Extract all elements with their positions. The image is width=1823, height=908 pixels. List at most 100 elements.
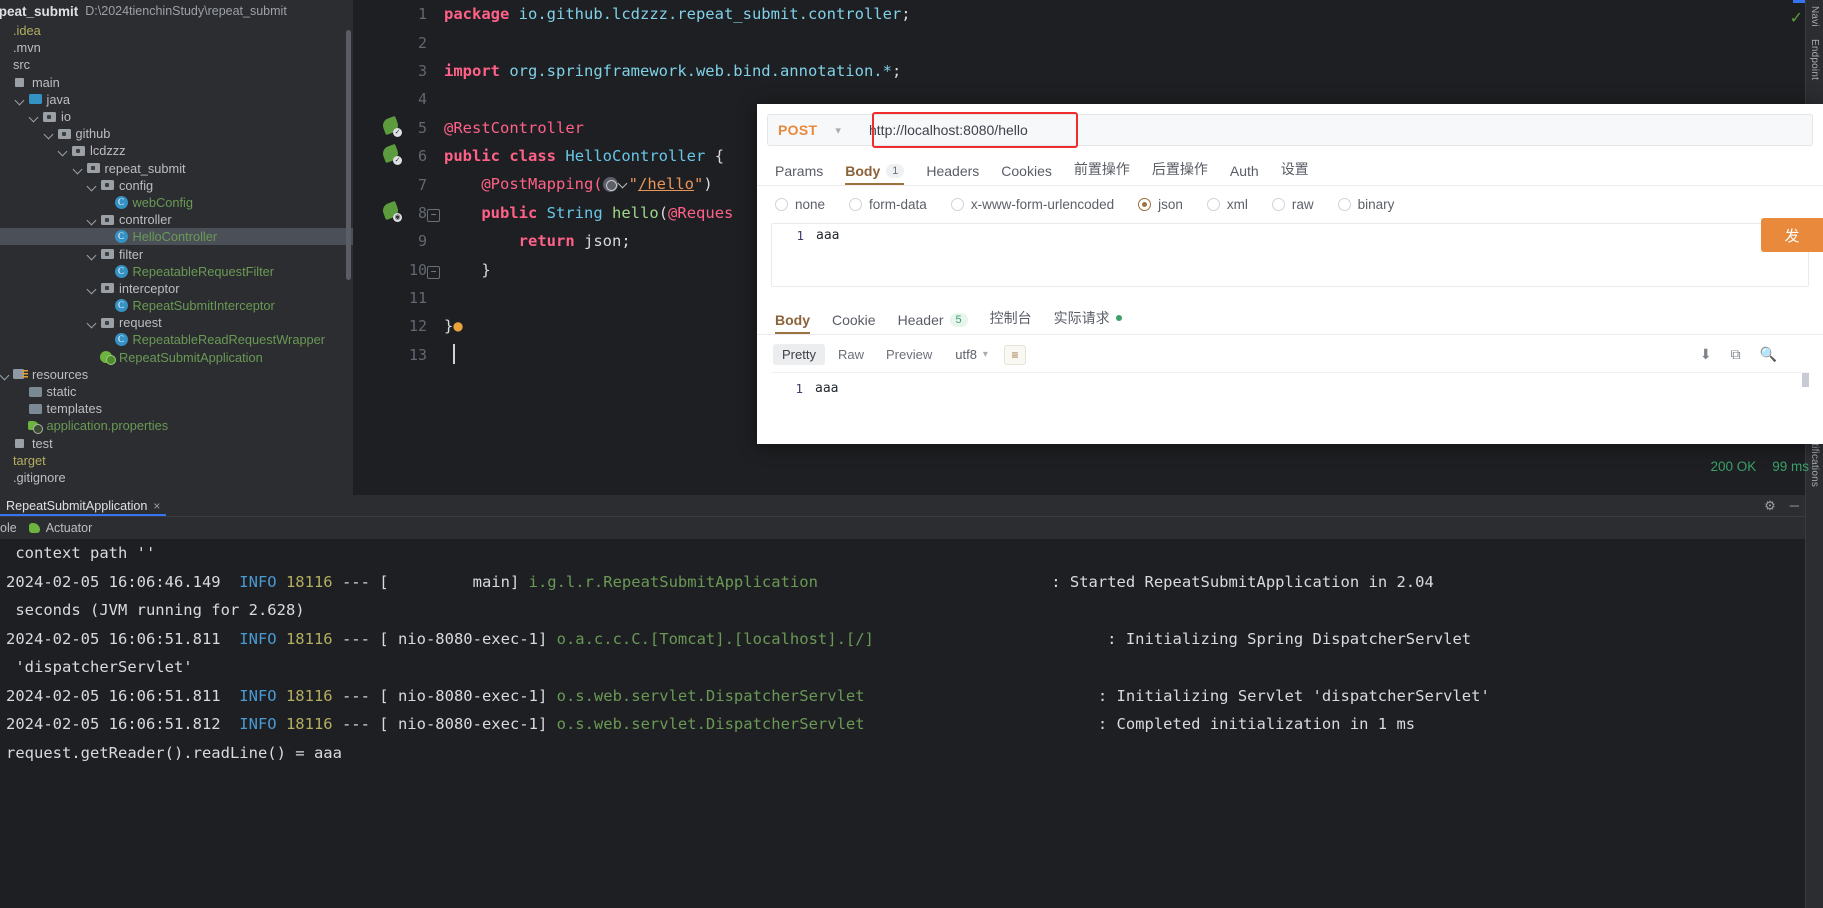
radio-button[interactable]: [1138, 198, 1152, 211]
run-gutter-icon-line5[interactable]: ✓: [380, 115, 402, 137]
response-tab-header[interactable]: Header 5: [898, 312, 968, 334]
tree-item-webconfig[interactable]: webConfig: [0, 194, 353, 211]
tree-item-request[interactable]: request: [0, 314, 353, 331]
chevron-down-icon[interactable]: [44, 128, 55, 139]
body-type-binary[interactable]: binary: [1337, 197, 1394, 212]
tree-item-io[interactable]: io: [0, 108, 353, 125]
response-tab-cookie[interactable]: Cookie: [832, 312, 876, 334]
web-globe-icon[interactable]: [602, 177, 618, 193]
tree-item-controller[interactable]: controller: [0, 211, 353, 228]
url-input[interactable]: [859, 114, 1813, 146]
search-icon[interactable]: 🔍: [1760, 346, 1777, 363]
tree-item-main[interactable]: main: [0, 74, 353, 91]
response-body-viewer[interactable]: 1 aaa: [771, 372, 1809, 402]
request-tab-cookies[interactable]: Cookies: [1001, 163, 1052, 185]
send-request-button[interactable]: 发: [1761, 218, 1823, 252]
console-subtab-actuator[interactable]: Actuator: [28, 521, 92, 535]
request-tab-body[interactable]: Body 1: [845, 163, 905, 185]
body-type-x-www-form-urlencoded[interactable]: x-www-form-urlencoded: [950, 197, 1114, 212]
save-icon[interactable]: ⬇: [1700, 346, 1712, 363]
radio-button[interactable]: [950, 198, 964, 211]
tree-item-application-properties[interactable]: application.properties: [0, 417, 353, 434]
minimize-icon[interactable]: ─: [1790, 498, 1799, 513]
tree-item-static[interactable]: static: [0, 383, 353, 400]
body-type-none[interactable]: none: [775, 197, 825, 212]
tree-item-repeatablereadrequestwrapper[interactable]: RepeatableReadRequestWrapper: [0, 331, 353, 348]
url-input-wrap[interactable]: [859, 114, 1813, 146]
tree-item-target[interactable]: target: [0, 452, 353, 469]
word-wrap-icon[interactable]: ≡: [1003, 344, 1026, 365]
radio-button[interactable]: [775, 198, 788, 211]
inspection-ok-icon[interactable]: ✓: [1790, 8, 1803, 28]
encoding-select[interactable]: utf8 ▾: [955, 347, 988, 362]
gear-icon[interactable]: ⚙: [1764, 498, 1776, 514]
chevron-down-icon[interactable]: [87, 283, 98, 294]
chevron-down-icon[interactable]: ▾: [835, 124, 841, 137]
chevron-down-icon[interactable]: [87, 180, 98, 191]
tree-item-hellocontroller[interactable]: HelloController: [0, 228, 353, 246]
chevron-down-icon[interactable]: [87, 317, 98, 328]
console-subtab-console[interactable]: ole: [0, 521, 17, 535]
radio-button[interactable]: [849, 198, 863, 211]
copy-icon[interactable]: ⧉: [1731, 346, 1741, 363]
response-scrollbar[interactable]: [1802, 373, 1809, 387]
console-tab-repeatsubmitapplication[interactable]: RepeatSubmitApplication ×: [0, 495, 167, 516]
view-mode-pretty[interactable]: Pretty: [773, 344, 825, 365]
tree-item-templates[interactable]: templates: [0, 400, 353, 417]
request-body-text[interactable]: aaa: [816, 228, 839, 243]
http-method-select[interactable]: POST ▾: [767, 114, 859, 146]
tree-item--gitignore[interactable]: .gitignore: [0, 469, 353, 486]
tree-item-config[interactable]: config: [0, 177, 353, 194]
body-type-raw[interactable]: raw: [1271, 197, 1314, 212]
request-tab-params[interactable]: Params: [775, 163, 823, 185]
run-gutter-icon-line6[interactable]: ✓: [380, 143, 402, 165]
view-mode-raw[interactable]: Raw: [829, 344, 873, 365]
view-mode-preview[interactable]: Preview: [877, 344, 941, 365]
tree-item--mvn[interactable]: .mvn: [0, 39, 353, 56]
tree-item-repeatablerequestfilter[interactable]: RepeatableRequestFilter: [0, 263, 353, 280]
tree-item-github[interactable]: github: [0, 125, 353, 142]
project-tree-rows[interactable]: .idea .mvn src main java io github lcdzzz repeat…: [0, 22, 353, 486]
tree-item-lcdzzz[interactable]: lcdzzz: [0, 142, 353, 159]
tree-item-interceptor[interactable]: interceptor: [0, 280, 353, 297]
body-type-radio-group[interactable]: none form-data x-www-form-urlencoded json xm…: [757, 186, 1823, 223]
body-type-xml[interactable]: xml: [1206, 197, 1248, 212]
tree-scrollbar[interactable]: [346, 30, 351, 280]
tree-item-repeatsubmitapplication[interactable]: RepeatSubmitApplication: [0, 349, 353, 366]
console-tools[interactable]: ⚙ ─: [1764, 498, 1799, 514]
response-tab-body[interactable]: Body: [775, 312, 810, 334]
request-tab-headers[interactable]: Headers: [926, 163, 979, 185]
request-body-editor[interactable]: 1 aaa: [771, 223, 1809, 287]
tree-item-filter[interactable]: filter: [0, 245, 353, 262]
editor-gutter[interactable]: 1 2 3 4 5 6 7 8 9 10 11 12 13 ✓ ✓ ◉ − −: [353, 0, 440, 495]
chevron-down-icon[interactable]: [0, 369, 11, 380]
run-console-panel[interactable]: RepeatSubmitApplication × ⚙ ─ ole Actuat…: [0, 495, 1805, 908]
response-view-modes[interactable]: Pretty Raw Preview: [773, 344, 941, 365]
console-tabbar[interactable]: RepeatSubmitApplication × ⚙ ─: [0, 495, 1805, 517]
chevron-down-icon[interactable]: [73, 163, 84, 174]
response-tab-[interactable]: 实际请求: [1054, 308, 1122, 334]
chevron-down-icon[interactable]: [618, 179, 629, 190]
chevron-down-icon[interactable]: [87, 214, 98, 225]
console-subtabs[interactable]: ole Actuator: [0, 517, 1805, 539]
project-tree-panel[interactable]: repeat_submit D:\2024tienchinStudy\repea…: [0, 0, 353, 495]
tree-item-test[interactable]: test: [0, 435, 353, 452]
response-toolbar[interactable]: Pretty Raw Preview utf8 ▾ ≡ ⬇ ⧉ 🔍: [757, 335, 1823, 372]
chevron-down-icon[interactable]: [15, 94, 26, 105]
chevron-down-icon[interactable]: ▾: [983, 349, 988, 360]
body-type-form-data[interactable]: form-data: [849, 197, 927, 212]
tree-item--idea[interactable]: .idea: [0, 22, 353, 39]
response-tool-icons[interactable]: ⬇ ⧉ 🔍: [1700, 346, 1777, 363]
tree-item-repeat-submit[interactable]: repeat_submit: [0, 160, 353, 177]
chevron-down-icon[interactable]: [29, 111, 40, 122]
tree-item-repeatsubmitinterceptor[interactable]: RepeatSubmitInterceptor: [0, 297, 353, 314]
request-tabs[interactable]: Params Body 1 Headers Cookies 前置操作 后置操作 Auth 设置: [757, 156, 1823, 186]
radio-button[interactable]: [1206, 198, 1220, 211]
close-icon[interactable]: ×: [153, 499, 160, 513]
body-type-json[interactable]: json: [1138, 197, 1183, 212]
chevron-down-icon[interactable]: [87, 249, 98, 260]
right-tool-navigator[interactable]: Navi: [1806, 0, 1823, 33]
request-tab-auth[interactable]: Auth: [1230, 163, 1259, 185]
request-tab-[interactable]: 后置操作: [1152, 159, 1208, 185]
response-tabs[interactable]: Body Cookie Header 5 控制台 实际请求: [757, 299, 1823, 335]
